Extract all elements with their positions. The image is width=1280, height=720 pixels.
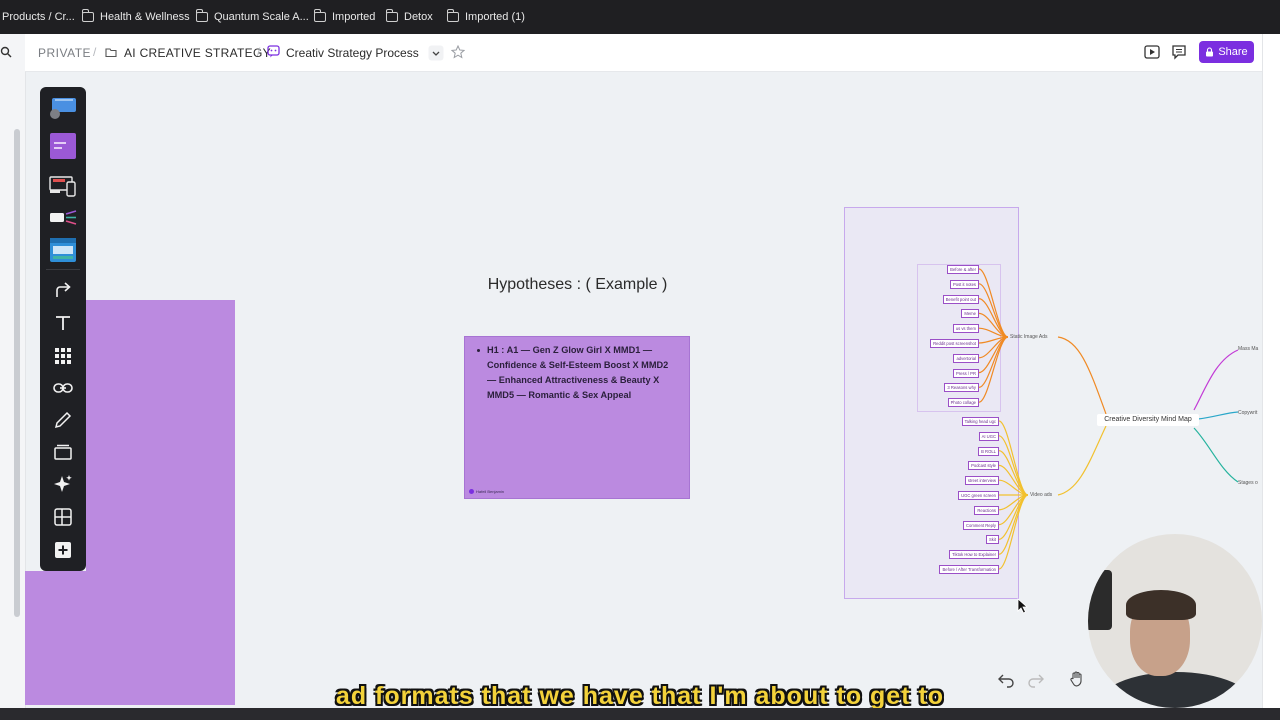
mind-map-branch[interactable]: Stages o [1238,480,1258,486]
video-ads-node[interactable]: Video ads [1030,492,1052,498]
mind-map-leaf[interactable]: AI UGC [978,431,999,441]
mind-map-leaf[interactable]: 3 Reasons why [944,383,979,393]
mind-map-leaf[interactable]: B ROLL [978,446,999,456]
mind-map-leaf[interactable]: us vs them [952,324,979,334]
mind-map-leaf[interactable]: Meme [961,309,979,319]
mind-map-leaf[interactable]: Podcast style [968,461,999,471]
mind-map-leaf[interactable]: Before & after [947,265,979,274]
mind-map-leaf[interactable]: Reddit post screenshot [930,339,979,348]
mind-map-leaf[interactable]: UGC green screen [958,491,999,500]
mind-map-edge [998,420,1029,496]
mind-map-connectors [978,268,1239,570]
mind-map-leaf[interactable]: Before / After Transformation [939,565,999,574]
mouse-cursor-icon [1017,598,1029,614]
mind-map-leaf[interactable]: Press / PR [952,368,979,378]
mind-map-edge [998,494,1029,570]
macos-dock [0,708,1280,720]
mind-map-leaf[interactable]: Skit [986,535,999,545]
mind-map-leaf[interactable]: street interview [964,476,999,486]
video-caption: ad formats that we have that I'm about t… [335,682,945,710]
mind-map-edge [998,435,1029,496]
mind-map-leaf[interactable]: Comment Reply [962,520,999,530]
microphone [1088,570,1112,630]
mind-map-branch[interactable]: Copywrit [1238,410,1257,416]
mind-map-edge [998,494,1029,555]
mind-map-edge [978,336,1009,388]
mind-map-leaf[interactable]: advertorial [953,353,979,363]
mind-map-center-node[interactable]: Creative Diversity Mind Map [1097,414,1199,426]
mind-map-leaf[interactable]: Post it notes [949,279,979,289]
mind-map-leaf[interactable]: Tiktok How to Explainer [949,550,999,560]
presenter-hair [1126,590,1196,620]
mind-map-leaf[interactable]: Benefit point out [942,294,979,304]
mind-map-edge [978,268,1009,338]
mind-map-leaf[interactable]: Talking head ugc [961,417,999,426]
mind-map-leaf[interactable]: Reactions [974,505,999,515]
static-image-ads-node[interactable]: Static Image Ads [1010,334,1048,340]
mind-map-leaf[interactable]: Photo collage [947,398,979,408]
right-edge-panel [1262,34,1280,720]
mind-map-branch[interactable]: Mass Ma [1238,346,1258,352]
